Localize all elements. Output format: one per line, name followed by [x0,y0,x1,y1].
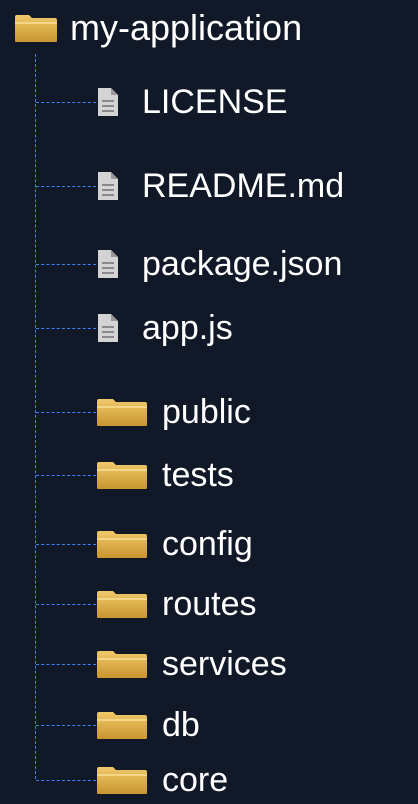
folder-icon [97,651,147,678]
folder-icon [97,462,147,489]
file-label: README.md [142,167,345,205]
branch-connector [36,474,96,476]
directory-tree: my-application LICENSE README.md package… [0,0,418,804]
folder-label: tests [162,456,234,494]
branch-connector [36,543,96,545]
file-icon [98,314,118,342]
tree-item-folder[interactable]: public [36,390,251,434]
branch-connector [36,101,96,103]
file-label: package.json [142,245,343,283]
branch-connector [36,263,96,265]
tree-item-file[interactable]: README.md [36,164,344,208]
tree-item-folder[interactable]: config [36,522,253,566]
file-icon [98,172,118,200]
tree-item-folder[interactable]: services [36,642,287,686]
folder-label: core [162,761,229,799]
branch-connector [36,724,96,726]
folder-icon [97,591,147,618]
tree-item-file[interactable]: app.js [36,306,233,350]
folder-label: config [162,525,253,563]
tree-item-folder[interactable]: db [36,703,200,747]
folder-label: services [162,645,287,683]
tree-item-folder[interactable]: core [36,758,228,802]
folder-icon [97,531,147,558]
tree-item-folder[interactable]: routes [36,582,257,626]
folder-label: public [162,393,251,431]
file-label: LICENSE [142,83,288,121]
branch-connector [36,185,96,187]
file-icon [98,88,118,116]
tree-item-file[interactable]: LICENSE [36,80,288,124]
folder-icon [97,399,147,426]
branch-connector [36,411,96,413]
folder-icon [97,767,147,794]
folder-label: db [162,706,200,744]
folder-icon [97,712,147,739]
branch-connector [36,327,96,329]
root-folder-label: my-application [70,7,303,48]
branch-connector [36,779,96,781]
folder-label: routes [162,585,257,623]
root-folder-row[interactable]: my-application [14,6,302,50]
file-label: app.js [142,309,233,347]
file-icon [98,250,118,278]
tree-item-folder[interactable]: tests [36,453,234,497]
folder-icon [15,15,57,42]
branch-connector [36,603,96,605]
branch-connector [36,663,96,665]
tree-item-file[interactable]: package.json [36,242,342,286]
